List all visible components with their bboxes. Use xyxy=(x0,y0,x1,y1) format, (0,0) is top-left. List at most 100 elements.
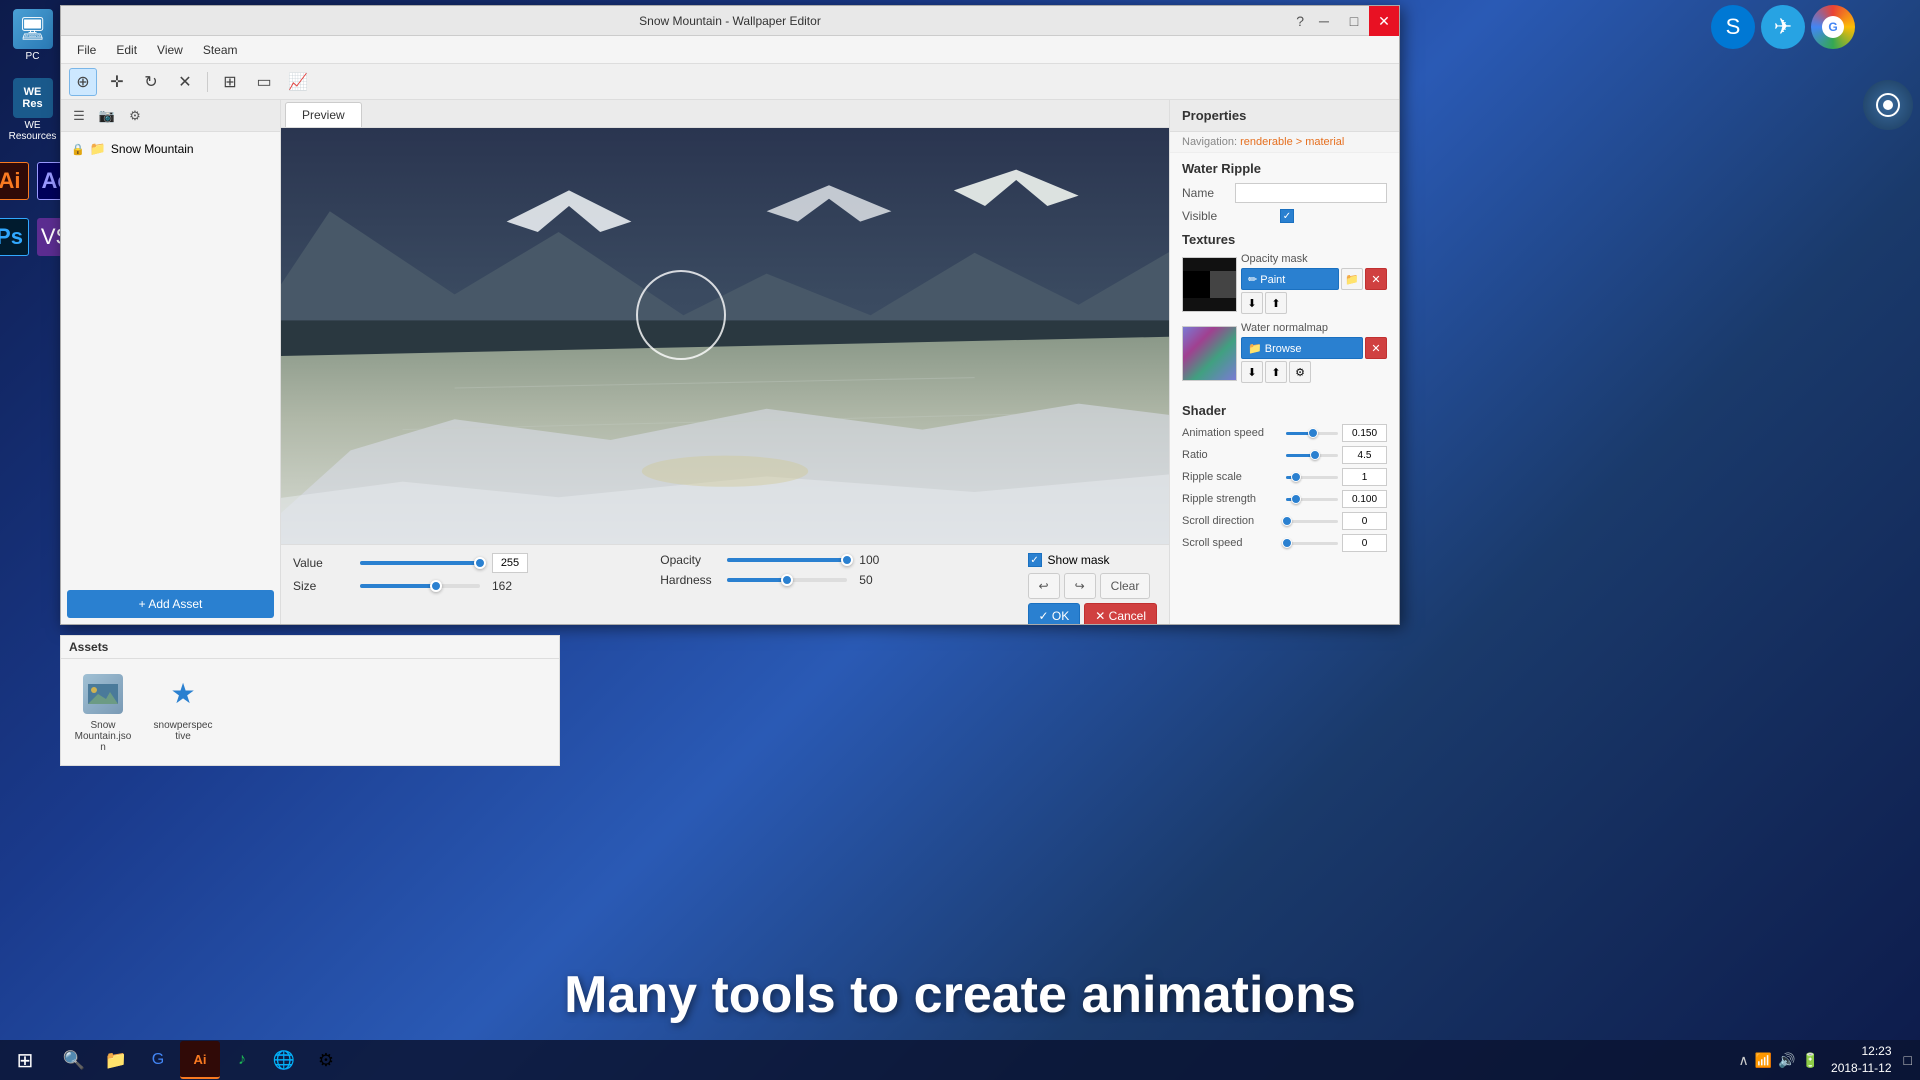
preview-canvas[interactable] xyxy=(281,128,1169,544)
cancel-button[interactable]: ✕ Cancel xyxy=(1084,603,1157,624)
taskbar-chrome[interactable]: G xyxy=(138,1041,178,1079)
tree-item-snow-mountain[interactable]: 🔒 📁 Snow Mountain xyxy=(67,138,274,160)
value-slider-thumb[interactable] xyxy=(474,557,486,569)
skype-icon[interactable]: S xyxy=(1711,5,1755,49)
menu-steam[interactable]: Steam xyxy=(195,39,246,61)
paint-label: ✏ Paint xyxy=(1248,273,1285,286)
normalmap-download-btn[interactable]: ⬇ xyxy=(1241,361,1263,383)
add-asset-button[interactable]: + Add Asset xyxy=(67,590,274,618)
minimize-button[interactable]: ─ xyxy=(1309,6,1339,36)
tool-move[interactable]: ⊕ xyxy=(69,68,97,96)
taskbar-files[interactable]: 📁 xyxy=(96,1041,136,1079)
show-mask-checkbox[interactable]: ✓ xyxy=(1028,553,1042,567)
menu-edit[interactable]: Edit xyxy=(108,39,145,61)
opacity-value: 100 xyxy=(859,553,889,567)
shader-thumb-2[interactable] xyxy=(1291,472,1301,482)
name-input[interactable] xyxy=(1235,183,1387,203)
maximize-button[interactable]: □ xyxy=(1339,6,1369,36)
tab-preview[interactable]: Preview xyxy=(285,102,362,127)
desktop-icon-ps[interactable]: Ps xyxy=(0,214,31,262)
shader-label-1: Ratio xyxy=(1182,449,1282,461)
opacity-slider[interactable] xyxy=(727,558,847,562)
shader-slider-3[interactable] xyxy=(1286,498,1338,501)
taskbar-ai[interactable]: Ai xyxy=(180,1041,220,1079)
shader-slider-2[interactable] xyxy=(1286,476,1338,479)
normalmap-delete-btn[interactable]: ✕ xyxy=(1365,337,1387,359)
shader-slider-4[interactable] xyxy=(1286,520,1338,523)
tool-refresh[interactable]: ↻ xyxy=(137,68,165,96)
desktop-icon-ai[interactable]: Ai xyxy=(0,158,31,206)
water-normalmap-label: Water normalmap xyxy=(1241,322,1387,334)
size-slider-thumb[interactable] xyxy=(430,580,442,592)
asset-item-1[interactable]: ★ snowperspective xyxy=(149,667,217,757)
shader-thumb-4[interactable] xyxy=(1282,516,1292,526)
water-ripple-title: Water Ripple xyxy=(1170,153,1399,180)
folder-icon: 📁 xyxy=(90,141,106,157)
opacity-mask-upload-btn[interactable]: ⬆ xyxy=(1265,292,1287,314)
taskbar-settings[interactable]: ⚙ xyxy=(306,1041,346,1079)
shader-thumb-0[interactable] xyxy=(1308,428,1318,438)
size-value: 162 xyxy=(492,579,522,593)
show-desktop-btn[interactable]: □ xyxy=(1904,1052,1912,1068)
show-mask-label: Show mask xyxy=(1048,553,1110,567)
visible-row: Visible ✓ xyxy=(1170,206,1399,226)
undo-button[interactable]: ↩ xyxy=(1028,573,1060,599)
tool-close[interactable]: ✕ xyxy=(171,68,199,96)
tool-transform[interactable]: ✛ xyxy=(103,68,131,96)
opacity-slider-thumb[interactable] xyxy=(841,554,853,566)
tray-network[interactable]: 📶 xyxy=(1755,1052,1772,1069)
start-button[interactable]: ⊞ xyxy=(0,1040,50,1080)
tray-arrow[interactable]: ∧ xyxy=(1738,1052,1748,1069)
hardness-slider[interactable] xyxy=(727,578,847,582)
hardness-slider-thumb[interactable] xyxy=(781,574,793,586)
shader-thumb-5[interactable] xyxy=(1282,538,1292,548)
telegram-icon[interactable]: ✈ xyxy=(1761,5,1805,49)
tool-grid[interactable]: ⊞ xyxy=(216,68,244,96)
menu-file[interactable]: File xyxy=(69,39,104,61)
water-normalmap-thumb xyxy=(1182,326,1237,381)
paint-button[interactable]: ✏ Paint xyxy=(1241,268,1339,290)
opacity-mask-folder-btn[interactable]: 📁 xyxy=(1341,268,1363,290)
tray-battery[interactable]: 🔋 xyxy=(1802,1052,1819,1069)
clear-button[interactable]: Clear xyxy=(1100,573,1151,599)
size-slider[interactable] xyxy=(360,584,480,588)
list-view-btn[interactable]: ☰ xyxy=(67,104,91,128)
taskbar-spotify[interactable]: ♪ xyxy=(222,1041,262,1079)
normalmap-gear-btn[interactable]: ⚙ xyxy=(1289,361,1311,383)
redo-button[interactable]: ↪ xyxy=(1064,573,1096,599)
steam-right-icon[interactable] xyxy=(1863,80,1913,130)
ok-button[interactable]: ✓ OK xyxy=(1028,603,1081,624)
value-slider[interactable] xyxy=(360,561,480,565)
taskbar-search[interactable]: 🔍 xyxy=(54,1041,94,1079)
visible-label: Visible xyxy=(1182,209,1272,223)
taskbar-browser[interactable]: 🌐 xyxy=(264,1041,304,1079)
shader-value-5: 0 xyxy=(1342,534,1387,552)
lock-icon: 🔒 xyxy=(71,143,85,156)
normalmap-upload-btn[interactable]: ⬆ xyxy=(1265,361,1287,383)
tray-sound[interactable]: 🔊 xyxy=(1778,1052,1795,1069)
settings-btn[interactable]: ⚙ xyxy=(123,104,147,128)
close-button[interactable]: ✕ xyxy=(1369,6,1399,36)
nav-path: Navigation: renderable > material xyxy=(1170,132,1399,153)
shader-thumb-1[interactable] xyxy=(1310,450,1320,460)
desktop-icon-we[interactable]: WERes WEResources xyxy=(3,74,63,146)
shader-thumb-3[interactable] xyxy=(1291,494,1301,504)
asset-item-0[interactable]: Snow Mountain.json xyxy=(69,667,137,757)
window-title: Snow Mountain - Wallpaper Editor xyxy=(639,14,821,28)
camera-btn[interactable]: 📷 xyxy=(95,104,119,128)
shader-slider-5[interactable] xyxy=(1286,542,1338,545)
visible-checkbox[interactable]: ✓ xyxy=(1280,209,1294,223)
opacity-mask-delete-btn[interactable]: ✕ xyxy=(1365,268,1387,290)
shader-value-2: 1 xyxy=(1342,468,1387,486)
chrome-icon[interactable]: G xyxy=(1811,5,1855,49)
help-icon[interactable]: ? xyxy=(1296,13,1304,29)
opacity-mask-download-btn[interactable]: ⬇ xyxy=(1241,292,1263,314)
desktop-icon-pc[interactable]: 🖥 PC xyxy=(3,5,63,66)
shader-slider-1[interactable] xyxy=(1286,454,1338,457)
bottom-controls: Value 255 Size xyxy=(281,544,1169,624)
tool-graph[interactable]: 📈 xyxy=(284,68,312,96)
menu-view[interactable]: View xyxy=(149,39,191,61)
browse-button[interactable]: 📁 Browse xyxy=(1241,337,1363,359)
tool-frame[interactable]: ▭ xyxy=(250,68,278,96)
shader-slider-0[interactable] xyxy=(1286,432,1338,435)
